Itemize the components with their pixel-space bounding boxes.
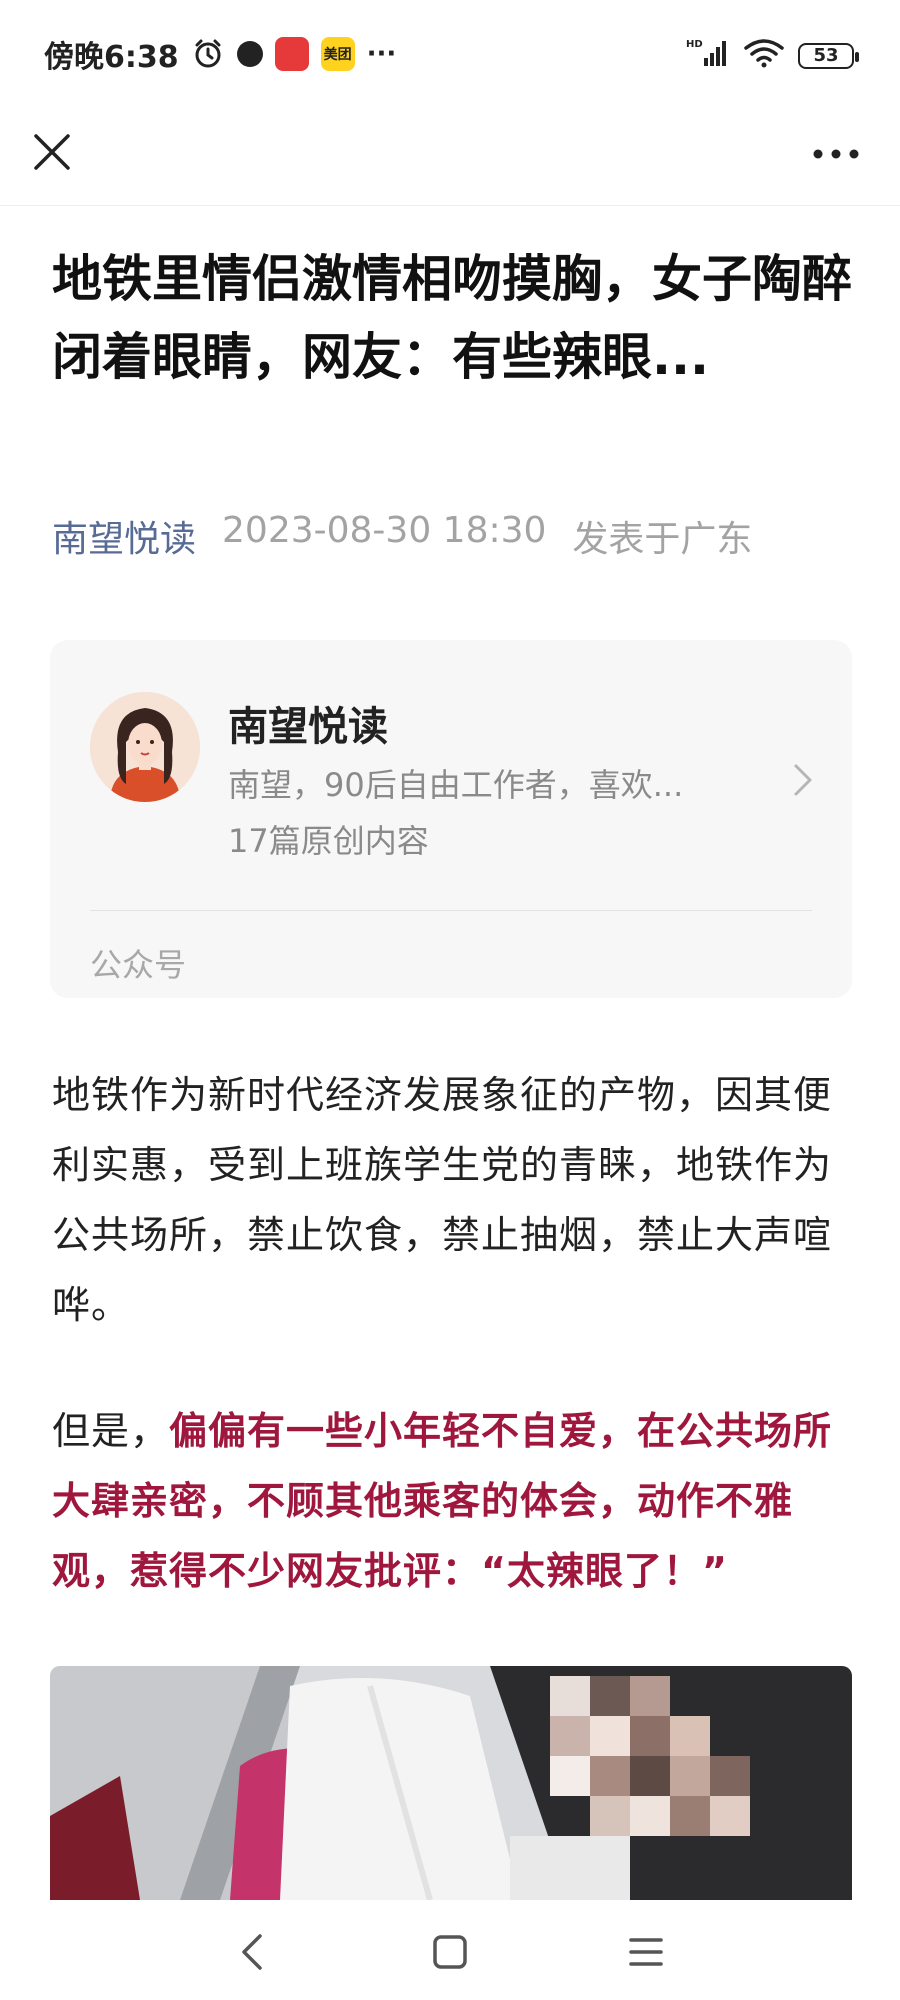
back-button[interactable] — [232, 1930, 276, 1974]
body-paragraph-2: 但是，偏偏有一些小年轻不自爱，在公共场所大肆亲密，不顾其他乘客的体会，动作不雅观… — [52, 1396, 852, 1606]
signal-icon: HD — [686, 38, 730, 73]
article-title: 地铁里情侣激情相吻摸胸，女子陶醉闭着眼睛，网友：有些辣眼... — [52, 250, 852, 386]
status-right: HD 53 — [686, 38, 859, 73]
red-app-icon — [274, 37, 309, 71]
home-icon — [433, 1935, 467, 1969]
menu-icon — [629, 1938, 663, 1966]
chevron-right-icon — [794, 764, 812, 796]
menu-button[interactable] — [624, 1930, 668, 1974]
svg-text:HD: HD — [686, 39, 703, 50]
more-icon — [813, 149, 859, 159]
paragraph-2-prefix: 但是， — [52, 1409, 170, 1453]
account-type-label: 公众号 — [90, 946, 187, 984]
paragraph-2-highlight: 偏偏有一些小年轻不自爱，在公共场所大肆亲密，不顾其他乘客的体会，动作不雅观，惹得… — [52, 1409, 833, 1593]
article-image[interactable] — [50, 1666, 852, 1900]
account-article-count: 17篇原创内容 — [228, 822, 429, 860]
close-button[interactable] — [28, 128, 76, 176]
publish-location: 发表于广东 — [572, 519, 753, 560]
card-divider — [90, 910, 812, 911]
status-more: ··· — [366, 39, 397, 69]
battery-icon: 53 — [798, 42, 859, 69]
status-time: 傍晚6:38 — [44, 40, 179, 75]
account-description: 南望，90后自由工作者，喜欢... — [228, 766, 684, 804]
status-left: 傍晚6:38 美团 ··· — [44, 32, 396, 76]
account-card[interactable]: 南望悦读 南望，90后自由工作者，喜欢... 17篇原创内容 公众号 — [50, 640, 852, 998]
back-icon — [242, 1934, 262, 1970]
article-meta: 南望悦读 2023-08-30 18:30 发表于广东 — [52, 510, 872, 562]
body-paragraph-1: 地铁作为新时代经济发展象征的产物，因其便利实惠，受到上班族学生党的青睐，地铁作为… — [52, 1073, 833, 1327]
author-link[interactable]: 南望悦读 — [52, 510, 196, 562]
wifi-icon — [744, 38, 784, 73]
screen: 傍晚6:38 美团 ··· HD 53 地铁里情侣激情相吻摸胸，女子陶醉闭着眼睛… — [0, 0, 900, 2000]
home-button[interactable] — [428, 1930, 472, 1974]
system-navigation-bar — [0, 1900, 900, 2000]
alarm-icon — [191, 37, 225, 71]
dark-app-icon — [236, 41, 263, 67]
more-button[interactable] — [808, 138, 864, 170]
publish-datetime: 2023-08-30 18:30 — [222, 510, 547, 551]
article-nav-bar — [0, 110, 900, 206]
account-name: 南望悦读 — [228, 704, 388, 750]
close-icon — [34, 134, 70, 170]
meituan-icon: 美团 — [320, 37, 355, 71]
status-bar: 傍晚6:38 美团 ··· HD 53 — [0, 0, 900, 110]
avatar — [90, 692, 200, 802]
